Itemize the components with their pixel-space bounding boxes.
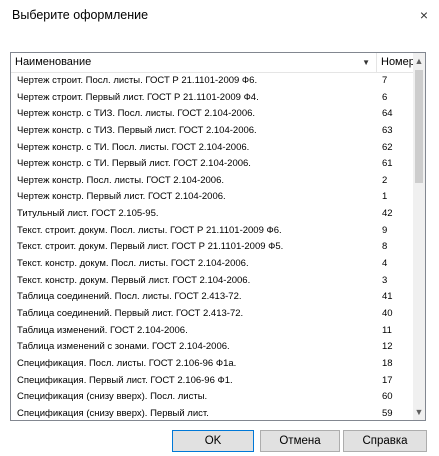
list-item-name: Спецификация. Первый лист. ГОСТ 2.106-96… (17, 374, 233, 386)
list-item[interactable]: Спецификация (снизу вверх). Посл. листы.… (11, 389, 415, 406)
list-item-name: Таблица соединений. Посл. листы. ГОСТ 2.… (17, 291, 242, 303)
list-item[interactable]: Титульный лист. ГОСТ 2.105-95. 42 (11, 206, 415, 223)
list-item-name: Чертеж констр. Посл. листы. ГОСТ 2.104-2… (17, 174, 225, 186)
column-header-name-label: Наименование (15, 56, 92, 68)
list-item-number: 59 (382, 407, 393, 419)
list-item[interactable]: Текст. констр. докум. Посл. листы. ГОСТ … (11, 256, 415, 273)
cancel-button[interactable]: Отмена (260, 430, 340, 452)
list-item-name: Спецификация (снизу вверх). Первый лист. (17, 407, 209, 419)
list-item-name: Титульный лист. ГОСТ 2.105-95. (17, 208, 159, 220)
list-item-number: 11 (382, 324, 392, 336)
select-design-dialog: Выберите оформление × Наименование ▼ Ном… (0, 0, 439, 456)
list-item[interactable]: Таблица изменений с зонами. ГОСТ 2.104-2… (11, 339, 415, 356)
list-header: Наименование ▼ Номер (11, 53, 415, 73)
column-header-number[interactable]: Номер (377, 53, 415, 72)
list-item-number: 9 (382, 224, 388, 236)
list-item-name: Чертеж констр. с ТИ. Посл. листы. ГОСТ 2… (17, 141, 250, 153)
list-item-name: Текст. констр. докум. Первый лист. ГОСТ … (17, 274, 251, 286)
list-item[interactable]: Чертеж констр. с ТИ. Посл. листы. ГОСТ 2… (11, 140, 415, 157)
list-item-name: Чертеж строит. Посл. листы. ГОСТ Р 21.11… (17, 75, 258, 86)
list-item-number: 61 (382, 158, 393, 170)
help-button[interactable]: Справка (343, 430, 427, 452)
list-item[interactable]: Чертеж констр. Первый лист. ГОСТ 2.104-2… (11, 189, 415, 206)
list-item[interactable]: Спецификация. Посл. листы. ГОСТ 2.106-96… (11, 356, 415, 373)
list-item-number: 17 (382, 374, 393, 386)
list-item-name: Текст. строит. докум. Первый лист. ГОСТ … (17, 241, 284, 253)
dialog-title: Выберите оформление (12, 8, 149, 22)
list-item[interactable]: Таблица соединений. Первый лист. ГОСТ 2.… (11, 306, 415, 323)
list-item-name: Таблица изменений с зонами. ГОСТ 2.104-2… (17, 341, 230, 353)
list-item[interactable]: Таблица соединений. Посл. листы. ГОСТ 2.… (11, 289, 415, 306)
list-item-number: 42 (382, 208, 393, 220)
list-item-name: Чертеж констр. Первый лист. ГОСТ 2.104-2… (17, 191, 226, 203)
list-item-number: 7 (382, 75, 388, 86)
list-item-name: Спецификация (снизу вверх). Посл. листы. (17, 391, 208, 403)
list-item-number: 8 (382, 241, 388, 253)
list-item[interactable]: Чертеж строит. Посл. листы. ГОСТ Р 21.11… (11, 73, 415, 90)
list-item-name: Таблица соединений. Первый лист. ГОСТ 2.… (17, 307, 244, 319)
list-item-number: 41 (382, 291, 393, 303)
scroll-down-icon[interactable]: ▼ (413, 404, 425, 420)
list-item[interactable]: Чертеж констр. с ТИЗ. Посл. листы. ГОСТ … (11, 106, 415, 123)
list-item-name: Чертеж констр. с ТИЗ. Посл. листы. ГОСТ … (17, 108, 256, 120)
list-item-number: 18 (382, 357, 393, 369)
column-header-name[interactable]: Наименование ▼ (11, 53, 377, 72)
list-rows: Чертеж строит. Посл. листы. ГОСТ Р 21.11… (11, 73, 415, 420)
list-item-name: Чертеж констр. с ТИ. Первый лист. ГОСТ 2… (17, 158, 251, 170)
title-bar: Выберите оформление × (0, 0, 439, 30)
list-item[interactable]: Спецификация. Первый лист. ГОСТ 2.106-96… (11, 373, 415, 390)
scroll-thumb[interactable] (415, 70, 423, 183)
list-item[interactable]: Чертеж констр. с ТИ. Первый лист. ГОСТ 2… (11, 156, 415, 173)
list-item[interactable]: Текст. строит. докум. Первый лист. ГОСТ … (11, 239, 415, 256)
list-item-name: Текст. строит. докум. Посл. листы. ГОСТ … (17, 224, 282, 236)
list-item-number: 40 (382, 307, 393, 319)
close-icon[interactable]: × (413, 6, 435, 24)
list-item[interactable]: Чертеж строит. Первый лист. ГОСТ Р 21.11… (11, 90, 415, 107)
list-item-number: 63 (382, 124, 393, 136)
list-item-number: 62 (382, 141, 393, 153)
list-item-name: Чертеж констр. с ТИЗ. Первый лист. ГОСТ … (17, 124, 257, 136)
list-item-number: 1 (382, 191, 388, 203)
list-item-number: 12 (382, 341, 393, 353)
design-list[interactable]: Наименование ▼ Номер Чертеж строит. Посл… (10, 52, 426, 421)
scroll-up-icon[interactable]: ▲ (413, 53, 425, 69)
list-item-number: 3 (382, 274, 388, 286)
list-item[interactable]: Текст. констр. докум. Первый лист. ГОСТ … (11, 273, 415, 290)
sort-descending-icon: ▼ (362, 58, 370, 67)
vertical-scrollbar[interactable]: ▲ ▼ (413, 53, 425, 420)
list-item[interactable]: Текст. строит. докум. Посл. листы. ГОСТ … (11, 223, 415, 240)
list-item[interactable]: Спецификация (снизу вверх). Первый лист.… (11, 406, 415, 420)
list-item-name: Спецификация. Посл. листы. ГОСТ 2.106-96… (17, 357, 237, 369)
list-item-name: Текст. констр. докум. Посл. листы. ГОСТ … (17, 258, 249, 270)
list-item-number: 2 (382, 174, 388, 186)
list-item-number: 4 (382, 258, 388, 270)
list-item[interactable]: Чертеж констр. с ТИЗ. Первый лист. ГОСТ … (11, 123, 415, 140)
list-item-name: Чертеж строит. Первый лист. ГОСТ Р 21.11… (17, 91, 259, 103)
list-item-name: Таблица изменений. ГОСТ 2.104-2006. (17, 324, 188, 336)
list-item-number: 60 (382, 391, 393, 403)
list-item-number: 64 (382, 108, 393, 120)
list-item-number: 6 (382, 91, 388, 103)
column-header-number-label: Номер (381, 56, 415, 68)
list-item[interactable]: Таблица изменений. ГОСТ 2.104-2006. 11 (11, 323, 415, 340)
ok-button[interactable]: OK (172, 430, 254, 452)
list-item[interactable]: Чертеж констр. Посл. листы. ГОСТ 2.104-2… (11, 173, 415, 190)
